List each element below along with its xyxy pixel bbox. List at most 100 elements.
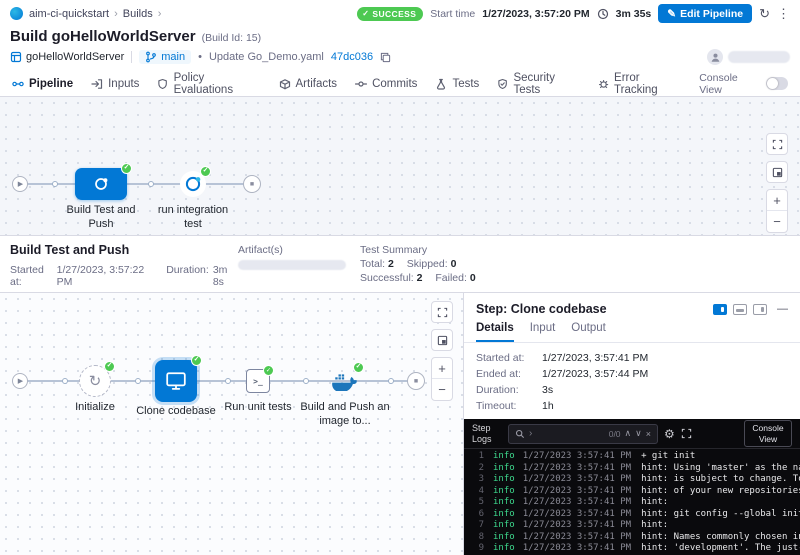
inputs-icon [91,78,103,90]
copy-icon[interactable] [380,52,391,63]
step-details-panel: Step: Clone codebase — Details Input Out… [464,293,800,555]
log-settings-button[interactable]: ⚙ [664,427,675,441]
fullscreen-button[interactable] [431,301,453,323]
search-close-button[interactable]: × [646,429,651,439]
tab-artifacts[interactable]: Artifacts [279,71,338,96]
tab-label: Tests [452,78,479,90]
field-row: Duration: 3s [476,384,788,396]
tab-policy-evaluations[interactable]: Policy Evaluations [157,71,260,96]
log-line: 4info1/27/2023 3:57:41 PMhint: of your n… [464,486,800,498]
log-line: 2info1/27/2023 3:57:41 PMhint: Using 'ma… [464,463,800,475]
zoom-in-button[interactable]: + [432,358,452,379]
step-node-run-unit-tests[interactable]: >_ ✓ [246,369,270,393]
log-lines[interactable]: 1info1/27/2023 3:57:41 PM+ git init 2inf… [464,449,800,555]
canvas-reset-button[interactable] [766,161,788,183]
tab-label: Security Tests [513,72,579,96]
stage-start-node[interactable]: ▶ [12,373,28,389]
stage-end-node[interactable]: ■ [407,372,425,390]
field-label: Ended at: [476,368,542,380]
zoom-out-button[interactable]: − [767,211,787,232]
search-prev-button[interactable]: ∧ [625,428,632,439]
search-match-count: 0/0 [609,429,621,439]
commit-sha-link[interactable]: 47dc036 [331,51,373,63]
tab-output[interactable]: Output [571,322,606,342]
log-line: 6info1/27/2023 3:57:41 PMhint: git confi… [464,509,800,521]
step-node-clone-codebase[interactable]: ✓ [155,360,197,402]
fullscreen-button[interactable] [766,133,788,155]
build-meta-row: goHelloWorldServer main • Update Go_Demo… [0,47,800,71]
log-search-box[interactable]: › 0/0 ∧ ∨ × [508,424,658,444]
layout-right-view-button[interactable] [753,304,767,315]
chevron-right-icon: › [114,8,118,20]
console-view-button[interactable]: Console View [744,420,792,446]
integration-test-icon [183,174,203,194]
total-duration: 3m 35s [616,8,652,20]
artifacts-summary: Artifact(s) [238,243,360,285]
stage-node-build-test-and-push[interactable]: ✓ [75,168,127,200]
tab-tests[interactable]: Tests [435,71,479,96]
branch-chip[interactable]: main [139,50,191,64]
link-node[interactable] [135,378,141,384]
log-line: 5info1/27/2023 3:57:41 PMhint: [464,497,800,509]
build-id: (Build Id: 15) [202,32,262,44]
started-at-label: Started at: [10,264,53,288]
pipeline-end-node[interactable]: ■ [243,175,261,193]
step-node-build-and-push[interactable]: ✓ [331,367,359,395]
tab-error-tracking[interactable]: Error Tracking [598,71,681,96]
layout-split-view-button[interactable] [713,304,727,315]
zoom-in-button[interactable]: + [767,190,787,211]
link-node[interactable] [303,378,309,384]
docker-whale-icon [332,371,358,391]
tab-label: Commits [372,78,417,90]
start-time-value: 1/27/2023, 3:57:20 PM [482,8,589,20]
step-canvas-controls: + − [431,301,453,401]
link-node[interactable] [388,378,394,384]
more-options-button[interactable]: ⋮ [777,7,790,20]
zoom-controls: + − [431,357,453,401]
step-node-run-integration-test[interactable]: ✓ [180,171,206,197]
field-label: Timeout: [476,400,542,412]
success-check-icon: ✓ [191,355,202,366]
expand-icon [772,139,783,150]
console-view-toggle[interactable] [766,77,788,90]
toggle-knob [767,78,778,89]
shield-icon [157,78,168,90]
tab-commits[interactable]: Commits [355,71,417,96]
step-logs-console: Step Logs › 0/0 ∧ ∨ × ⚙ [464,419,800,555]
tab-security-tests[interactable]: Security Tests [497,71,580,96]
link-node[interactable] [62,378,68,384]
tab-input[interactable]: Input [530,322,556,342]
edit-pipeline-button[interactable]: ✎ Edit Pipeline [658,4,752,23]
log-fullscreen-button[interactable] [681,428,692,439]
repository-icon [10,51,22,63]
stage-summary-bar: Build Test and Push Started at: 1/27/202… [0,235,800,293]
layout-bottom-view-button[interactable] [733,304,747,315]
step-label-run-unit-tests: Run unit tests [218,401,298,415]
tab-pipeline[interactable]: Pipeline [12,71,73,96]
pipeline-start-node[interactable]: ▶ [12,176,28,192]
zoom-out-button[interactable]: − [432,379,452,400]
refresh-button[interactable]: ↻ [759,7,770,20]
step-node-initialize[interactable]: ↻ ✓ [79,365,111,397]
link-node[interactable] [52,181,58,187]
link-node[interactable] [148,181,154,187]
stop-icon: ■ [414,378,418,385]
canvas-reset-button[interactable] [431,329,453,351]
stage-node-label: Build Test and Push [57,204,145,232]
log-search-input[interactable] [536,429,604,439]
breadcrumb: aim-ci-quickstart › Builds › [29,8,161,20]
breadcrumb-project[interactable]: aim-ci-quickstart [29,8,109,20]
clock-icon [597,8,609,20]
tab-inputs[interactable]: Inputs [91,71,139,96]
field-label: Duration: [476,384,542,396]
stage-graph-canvas: ▶ ✓ Build Test and Push ✓ run integratio… [0,97,800,235]
breadcrumb-builds[interactable]: Builds [123,8,153,20]
repo-chip[interactable]: goHelloWorldServer [10,51,124,63]
tab-details[interactable]: Details [476,322,514,342]
failed-label: Failed: [435,272,467,284]
step-panel-title: Step: Clone codebase [476,302,607,316]
search-next-button[interactable]: ∨ [635,428,642,439]
link-node[interactable] [225,378,231,384]
collapse-panel-button[interactable]: — [777,303,788,315]
terminal-prompt-icon: >_ [253,377,263,386]
